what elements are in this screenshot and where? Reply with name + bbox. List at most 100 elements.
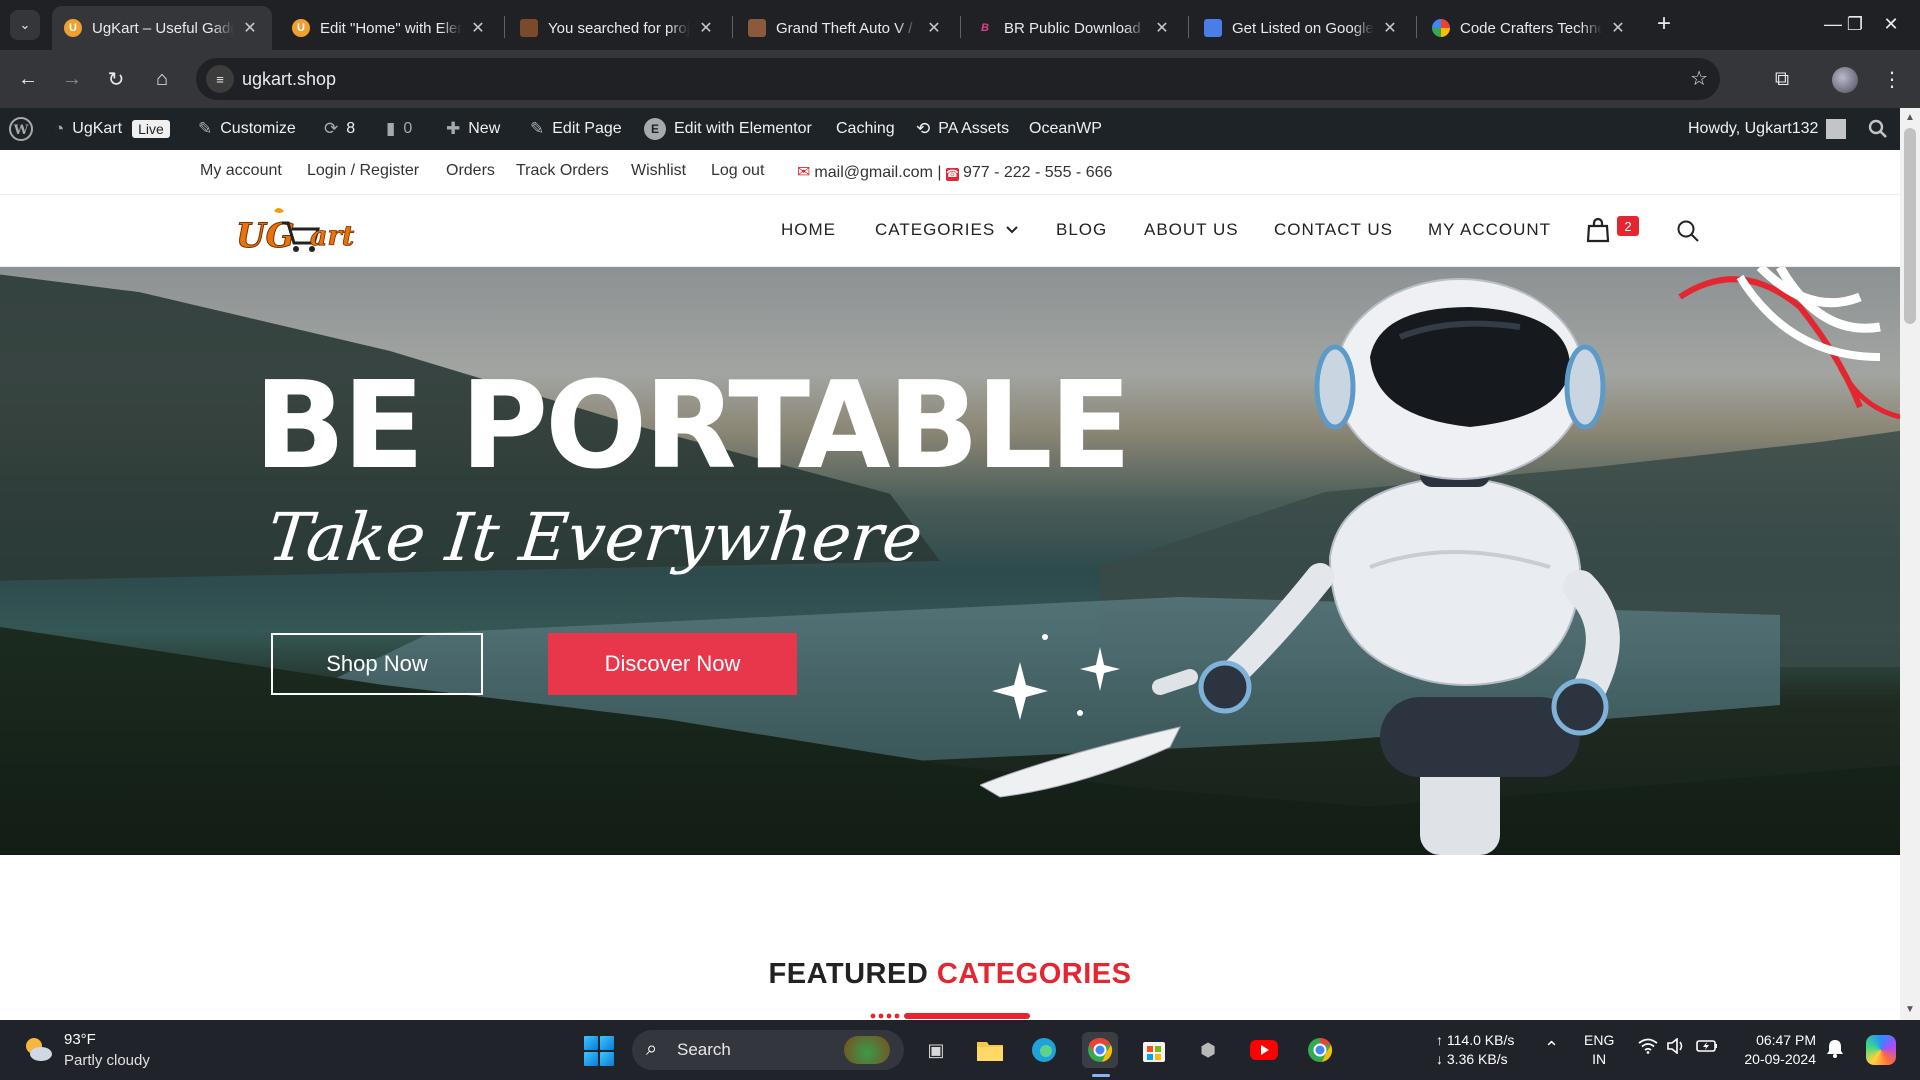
- topbar-link-track-orders[interactable]: Track Orders: [516, 162, 609, 180]
- nav-home[interactable]: HOME: [781, 220, 836, 240]
- admin-new[interactable]: ✚ New: [446, 108, 500, 150]
- tab-title: Code Crafters Technologies: [1460, 19, 1602, 37]
- nav-blog[interactable]: BLOG: [1056, 220, 1107, 240]
- task-view-icon[interactable]: ▣: [918, 1032, 954, 1068]
- partly-cloudy-icon[interactable]: [22, 1034, 54, 1064]
- home-icon[interactable]: ⌂: [146, 63, 178, 95]
- topbar-link-my-account[interactable]: My account: [200, 162, 282, 180]
- contact-phone[interactable]: 977 - 222 - 555 - 666: [963, 164, 1112, 181]
- brush-icon: ✎: [198, 119, 213, 138]
- admin-edit-page[interactable]: ✎ Edit Page: [530, 108, 622, 150]
- tab-google-listing[interactable]: Get Listed on Google ✕: [1192, 6, 1412, 50]
- admin-customize[interactable]: ✎ Customize: [198, 108, 296, 150]
- topbar-link-wishlist[interactable]: Wishlist: [631, 162, 686, 180]
- admin-search-icon[interactable]: [1868, 108, 1888, 150]
- youtube-icon[interactable]: [1246, 1032, 1282, 1068]
- admin-account[interactable]: Howdy, Ugkart132: [1688, 108, 1847, 150]
- tab-title: Grand Theft Auto V / GTA 5: [776, 19, 918, 37]
- app-hexagon-icon[interactable]: ⬢: [1190, 1032, 1226, 1068]
- weather-temperature[interactable]: 93°F: [64, 1031, 96, 1048]
- nav-about-us[interactable]: ABOUT US: [1144, 220, 1239, 240]
- battery-charging-icon[interactable]: [1696, 1038, 1718, 1059]
- search-highlight-image: [844, 1036, 890, 1064]
- chrome-profile-icon[interactable]: [1302, 1032, 1338, 1068]
- discover-now-button[interactable]: Discover Now: [548, 633, 797, 695]
- website-viewport: My account Login / Register Orders Track…: [0, 150, 1900, 1020]
- close-tab-icon[interactable]: ✕: [468, 18, 488, 38]
- nav-contact-us[interactable]: CONTACT US: [1274, 220, 1393, 240]
- forward-icon[interactable]: →: [56, 63, 88, 95]
- tab-gta[interactable]: Grand Theft Auto V / GTA 5 ✕: [736, 6, 956, 50]
- contact-email[interactable]: mail@gmail.com: [814, 164, 932, 181]
- shopping-bag-icon[interactable]: [1586, 217, 1610, 243]
- close-tab-icon[interactable]: ✕: [696, 18, 716, 38]
- nav-my-account[interactable]: MY ACCOUNT: [1428, 220, 1551, 240]
- tab-search-projects[interactable]: You searched for projects ✕: [508, 6, 728, 50]
- tab-ugkart[interactable]: U UgKart – Useful Gadgets ✕: [52, 6, 272, 50]
- cart-count-badge: 2: [1617, 216, 1639, 236]
- scrollbar-thumb[interactable]: [1904, 128, 1916, 324]
- taskbar-search[interactable]: ⌕ Search: [632, 1030, 904, 1070]
- admin-site-name[interactable]: ◔ UgKart Live: [54, 108, 170, 150]
- chevron-down-icon: [1006, 226, 1018, 234]
- chevron-up-icon[interactable]: ⌃: [1544, 1038, 1559, 1059]
- close-tab-icon[interactable]: ✕: [1608, 18, 1628, 38]
- admin-comments[interactable]: ▮ 0: [386, 108, 412, 150]
- nav-categories[interactable]: CATEGORIES: [875, 220, 1019, 240]
- url-text[interactable]: ugkart.shop: [242, 69, 336, 90]
- close-tab-icon[interactable]: ✕: [924, 18, 944, 38]
- extensions-icon[interactable]: ⧉: [1766, 63, 1798, 95]
- topbar-link-orders[interactable]: Orders: [446, 162, 495, 180]
- system-clock[interactable]: 06:47 PM 20-09-2024: [1738, 1031, 1816, 1069]
- tab-code-crafters[interactable]: Code Crafters Technologies ✕: [1420, 6, 1640, 50]
- admin-updates[interactable]: ⟳ 8: [324, 108, 355, 150]
- admin-edit-elementor[interactable]: E Edit with Elementor: [644, 108, 812, 150]
- new-tab-button[interactable]: +: [1650, 10, 1678, 38]
- wifi-icon[interactable]: [1638, 1038, 1658, 1059]
- edge-browser-icon[interactable]: [1026, 1032, 1062, 1068]
- site-topbar: My account Login / Register Orders Track…: [0, 150, 1900, 195]
- language-indicator[interactable]: ENG IN: [1584, 1031, 1614, 1069]
- topbar-link-login[interactable]: Login / Register: [307, 162, 419, 180]
- tab-divider: [732, 16, 733, 38]
- bookmark-star-icon[interactable]: ☆: [1690, 66, 1708, 91]
- microsoft-store-icon[interactable]: [1136, 1032, 1172, 1068]
- tab-elementor[interactable]: U Edit "Home" with Elementor ✕: [280, 6, 500, 50]
- search-icon[interactable]: [1676, 219, 1700, 243]
- scroll-down-arrow-icon[interactable]: ▼: [1905, 1004, 1915, 1015]
- address-bar[interactable]: ≡ ugkart.shop ☆: [196, 58, 1720, 100]
- profile-avatar[interactable]: [1832, 67, 1858, 93]
- updates-icon: ⟳: [324, 119, 339, 138]
- network-speed[interactable]: ↑ 114.0 KB/s ↓ 3.36 KB/s: [1436, 1031, 1514, 1069]
- elementor-icon: E: [644, 118, 666, 140]
- chrome-menu-icon[interactable]: ⋮: [1876, 63, 1908, 95]
- close-tab-icon[interactable]: ✕: [1152, 18, 1172, 38]
- notification-bell-icon[interactable]: [1826, 1038, 1844, 1063]
- file-explorer-icon[interactable]: [972, 1032, 1008, 1068]
- tab-br-download[interactable]: B BR Public Download ✕: [964, 6, 1184, 50]
- wordpress-logo-icon[interactable]: W: [8, 108, 34, 150]
- close-tab-icon[interactable]: ✕: [240, 18, 260, 38]
- windows-start-icon[interactable]: [584, 1036, 614, 1066]
- admin-oceanwp[interactable]: OceanWP: [1029, 108, 1102, 150]
- title-underline: [870, 1013, 1030, 1019]
- admin-pa-assets[interactable]: ⟲ PA Assets: [916, 108, 1009, 150]
- chrome-icon[interactable]: [1082, 1032, 1118, 1068]
- copilot-icon[interactable]: [1866, 1035, 1896, 1065]
- weather-description[interactable]: Partly cloudy: [64, 1052, 150, 1069]
- tab-search-button[interactable]: ⌄: [10, 10, 40, 40]
- back-icon[interactable]: ←: [12, 63, 44, 95]
- admin-caching[interactable]: Caching: [836, 108, 895, 150]
- topbar-link-logout[interactable]: Log out: [711, 162, 764, 180]
- site-info-icon[interactable]: ≡: [206, 65, 234, 93]
- browser-toolbar: ← → ↻ ⌂ ≡ ugkart.shop ☆ ⧉ ⋮: [0, 50, 1920, 108]
- ugkart-logo[interactable]: UG art: [234, 203, 376, 259]
- close-window-icon[interactable]: ✕: [1868, 8, 1914, 40]
- hero-subtitle: Take It Everywhere: [263, 499, 926, 576]
- volume-icon[interactable]: [1666, 1037, 1686, 1059]
- close-tab-icon[interactable]: ✕: [1380, 18, 1400, 38]
- tab-title: UgKart – Useful Gadgets: [92, 19, 234, 37]
- reload-icon[interactable]: ↻: [100, 63, 132, 95]
- shop-now-button[interactable]: Shop Now: [271, 633, 483, 695]
- scroll-up-arrow-icon[interactable]: ▲: [1905, 112, 1915, 123]
